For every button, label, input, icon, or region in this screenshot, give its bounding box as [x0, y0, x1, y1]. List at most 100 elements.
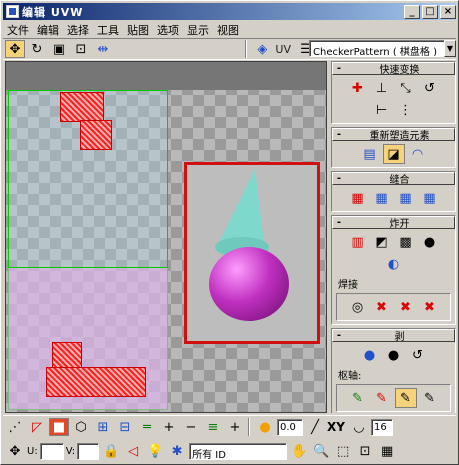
- detach-icon[interactable]: ◩: [370, 232, 393, 252]
- rollout-header[interactable]: - 缝合: [332, 172, 455, 186]
- scale-tool-button[interactable]: ▣: [49, 40, 69, 58]
- transform-type-icon[interactable]: ✥: [5, 442, 25, 460]
- pivot-group: ✎ ✎ ✎ ✎: [336, 384, 451, 412]
- chevron-down-icon[interactable]: ▼: [444, 40, 456, 57]
- peel-mode-icon[interactable]: ●: [382, 345, 405, 365]
- grid-icon[interactable]: ▦: [377, 442, 397, 460]
- ring-icon[interactable]: ═: [137, 418, 157, 436]
- menu-options[interactable]: 选项: [153, 22, 183, 38]
- falloff-spinner[interactable]: 0.0: [277, 418, 303, 436]
- rollout-header[interactable]: - 剥: [332, 329, 455, 343]
- stitch-average-icon[interactable]: ▦: [370, 188, 393, 208]
- circle-icon[interactable]: ◠: [406, 144, 429, 164]
- bottom-toolbar-2: ✥ U: V: 🔒 ◁ 💡 ✱ 所有 ID ✋ 🔍 ⬚ ⊡ ▦: [3, 439, 456, 463]
- menu-mapping[interactable]: 贴图: [123, 22, 153, 38]
- move-tool-button[interactable]: ✥: [5, 40, 25, 58]
- rotate-90-icon[interactable]: ↺: [418, 78, 441, 98]
- falloff-type-icon[interactable]: ◡: [349, 418, 369, 436]
- align-diagonal-icon[interactable]: ⤡: [394, 78, 417, 98]
- unpin-icon[interactable]: ✎: [370, 388, 393, 408]
- loop-plus-icon[interactable]: +: [225, 418, 245, 436]
- grow-plus-icon[interactable]: +: [159, 418, 179, 436]
- xy-label[interactable]: XY: [327, 420, 345, 434]
- quick-transform-rollout: - 快速变换 ✚ ⊥ ⤡ ↺ ⊢ ⋮: [331, 61, 456, 124]
- curve-icon[interactable]: ╱: [305, 418, 325, 436]
- weld-target-icon[interactable]: ◎: [346, 297, 369, 317]
- quick-peel-icon[interactable]: ●: [358, 345, 381, 365]
- peel-rollout: - 剥 ● ● ↺ 枢轴: ✎ ✎ ✎ ✎: [331, 328, 456, 413]
- close-button[interactable]: ×: [440, 4, 456, 19]
- menu-tools[interactable]: 工具: [93, 22, 123, 38]
- v-label: V:: [65, 445, 76, 457]
- reset-peel-icon[interactable]: ↺: [406, 345, 429, 365]
- grow-selection-icon[interactable]: ⊞: [93, 418, 113, 436]
- lock-icon[interactable]: 🔒: [101, 442, 121, 460]
- stitch-to-target-icon[interactable]: ▦: [346, 188, 369, 208]
- zoom-region-icon[interactable]: ⬚: [333, 442, 353, 460]
- pin-icon[interactable]: ✎: [346, 388, 369, 408]
- stitch-custom-icon[interactable]: ▦: [418, 188, 441, 208]
- rollout-header[interactable]: - 炸开: [332, 216, 455, 230]
- snowflake-icon[interactable]: ✱: [167, 442, 187, 460]
- bulb-icon[interactable]: 💡: [145, 442, 165, 460]
- freeform-tool-button[interactable]: ⊡: [71, 40, 91, 58]
- menu-view[interactable]: 视图: [213, 22, 243, 38]
- pivot-label: 枢轴:: [338, 371, 362, 382]
- rollout-title: 炸开: [389, 219, 410, 230]
- menu-file[interactable]: 文件: [3, 22, 33, 38]
- show-map-button[interactable]: ◈: [252, 40, 272, 58]
- weld-selected-icon[interactable]: ✖: [370, 297, 393, 317]
- toolbar-separator: [248, 418, 250, 436]
- uv-space-label[interactable]: UV: [275, 43, 291, 56]
- selected-uv-face[interactable]: [60, 92, 104, 122]
- minimize-button[interactable]: _: [404, 4, 420, 19]
- select-pinned-icon[interactable]: ✎: [418, 388, 441, 408]
- uv-viewport[interactable]: [5, 61, 327, 413]
- zoom-icon[interactable]: 🔍: [311, 442, 331, 460]
- edge-mode-icon[interactable]: ◸: [27, 418, 47, 436]
- break-icon[interactable]: ▥: [346, 232, 369, 252]
- zoom-extents-icon[interactable]: ⊡: [355, 442, 375, 460]
- relax-icon[interactable]: ◪: [382, 144, 405, 164]
- soft-select-icon[interactable]: ●: [255, 418, 275, 436]
- weld-all-icon[interactable]: ✖: [394, 297, 417, 317]
- texture-dropdown[interactable]: CheckerPattern ( 棋盘格 ): [309, 40, 445, 57]
- selected-uv-face[interactable]: [80, 120, 112, 150]
- align-horizontal-icon[interactable]: ⊥: [370, 78, 393, 98]
- pan-icon[interactable]: ✋: [289, 442, 309, 460]
- face-mode-icon[interactable]: ■: [49, 418, 69, 436]
- weld-label: 焊接: [338, 280, 358, 291]
- menu-edit[interactable]: 编辑: [33, 22, 63, 38]
- menu-display[interactable]: 显示: [183, 22, 213, 38]
- vertex-mode-icon[interactable]: ⋰: [5, 418, 25, 436]
- reshape-rollout: - 重新塑造元素 ▤ ◪ ◠: [331, 127, 456, 168]
- flatten-icon[interactable]: ▩: [394, 232, 417, 252]
- v-field[interactable]: [77, 442, 100, 460]
- straighten-icon[interactable]: ▤: [358, 144, 381, 164]
- rollout-header[interactable]: - 重新塑造元素: [332, 128, 455, 142]
- stitch-source-icon[interactable]: ▦: [394, 188, 417, 208]
- element-mode-icon[interactable]: ⬡: [71, 418, 91, 436]
- auto-pin-icon[interactable]: ✎: [394, 388, 417, 408]
- set-pivot-icon[interactable]: ✚: [346, 78, 369, 98]
- menu-bar: 文件 编辑 选择 工具 贴图 选项 显示 视图: [3, 21, 456, 38]
- ungroup-icon[interactable]: ◐: [382, 254, 405, 274]
- spread-icon[interactable]: ⋮: [394, 100, 417, 120]
- filter-dropdown[interactable]: 所有 ID: [189, 442, 288, 460]
- loop-icon[interactable]: ≡: [203, 418, 223, 436]
- maximize-button[interactable]: □: [422, 4, 438, 19]
- align-vertical-icon[interactable]: ⊢: [370, 100, 393, 120]
- selected-uv-face[interactable]: [46, 367, 146, 397]
- rollout-header[interactable]: - 快速变换: [332, 62, 455, 76]
- u-field[interactable]: [39, 442, 64, 460]
- sphere-icon[interactable]: ●: [418, 232, 441, 252]
- menu-select[interactable]: 选择: [63, 22, 93, 38]
- shrink-minus-icon[interactable]: −: [181, 418, 201, 436]
- mirror-tool-button[interactable]: ⇹: [93, 40, 113, 58]
- shrink-selection-icon[interactable]: ⊟: [115, 418, 135, 436]
- explode-rollout: - 炸开 ▥ ◩ ▩ ● ◐ 焊接 ◎ ✖ ✖ ✖: [331, 215, 456, 325]
- weld-threshold-icon[interactable]: ✖: [418, 297, 441, 317]
- page-spinner[interactable]: 16: [370, 418, 393, 436]
- hide-icon[interactable]: ◁: [123, 442, 143, 460]
- rotate-tool-button[interactable]: ↻: [27, 40, 47, 58]
